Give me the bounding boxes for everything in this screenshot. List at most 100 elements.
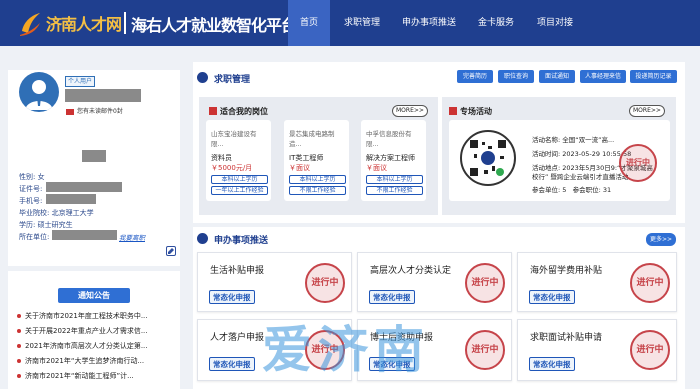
briefcase-icon bbox=[197, 72, 208, 83]
header-divider bbox=[124, 12, 126, 34]
redacted-name bbox=[65, 89, 141, 102]
activity-more-button[interactable]: MORE>> bbox=[629, 105, 665, 117]
leave-job-link[interactable]: 我要离职 bbox=[119, 232, 145, 242]
service-title: 生活补贴申报 bbox=[210, 266, 265, 276]
jobs-more-button[interactable]: MORE>> bbox=[392, 105, 428, 117]
service-card[interactable]: 生活补贴申报 常态化申报 进行中 bbox=[197, 252, 352, 312]
apply-button[interactable]: 常态化申报 bbox=[209, 290, 255, 304]
nav-gold-card[interactable]: 金卡服务 bbox=[468, 0, 524, 46]
notice-item[interactable]: 2021年济南市高层次人才分类认定第... bbox=[17, 341, 177, 351]
apply-button[interactable]: 常态化申报 bbox=[209, 357, 255, 371]
redacted-id bbox=[46, 182, 122, 192]
job-card[interactable]: 中孚信息股份有限... 解决方案工程师 ￥面议 本科以上学历 不限工作经验 bbox=[361, 120, 426, 201]
edit-icon[interactable] bbox=[166, 246, 176, 256]
logo-icon bbox=[20, 13, 40, 36]
requirement-tag: 不限工作经验 bbox=[366, 186, 423, 195]
activity-place-cont: 校行” 暨跨企业云端引才直播活动 bbox=[532, 173, 629, 181]
ongoing-seal: 进行中 bbox=[465, 263, 505, 303]
mail-icon bbox=[66, 108, 74, 115]
salary: ￥面议 bbox=[366, 164, 387, 172]
service-title: 海外留学费用补贴 bbox=[530, 266, 603, 276]
apply-button[interactable]: 常态化申报 bbox=[529, 357, 575, 371]
hr-letters-button[interactable]: 人事经理来信 bbox=[580, 70, 626, 83]
service-card[interactable]: 高层次人才分类认定 常态化申报 进行中 bbox=[357, 252, 512, 312]
activity-title: 专场活动 bbox=[460, 107, 492, 116]
nav-service-push[interactable]: 申办事项推送 bbox=[393, 0, 465, 46]
position-name: 资料员 bbox=[211, 154, 232, 162]
notice-item[interactable]: 济南市2021年“新动能工程师”计... bbox=[17, 371, 177, 381]
service-title: 求职面试补贴申请 bbox=[530, 333, 603, 343]
units-label: 参会单位: bbox=[532, 186, 561, 194]
redacted-phone bbox=[46, 194, 96, 204]
job-management-title: 求职管理 bbox=[214, 75, 251, 85]
service-title: 高层次人才分类认定 bbox=[370, 266, 452, 276]
phone-label: 手机号: bbox=[19, 197, 43, 205]
company-name: 中孚信息股份有限... bbox=[366, 130, 412, 148]
user-type-tag: 个人用户 bbox=[65, 76, 96, 87]
requirement-tag: 一年以上工作经验 bbox=[211, 186, 268, 195]
unread-text: 您有未读邮件0封 bbox=[77, 108, 123, 115]
requirement-tag: 本科以上学历 bbox=[366, 175, 423, 184]
gender-field: 性别: 女 bbox=[19, 173, 45, 181]
complete-resume-button[interactable]: 完善简历 bbox=[457, 70, 493, 83]
platform-name: 海右人才就业数智化平台 bbox=[131, 16, 297, 35]
grid-icon bbox=[449, 107, 457, 115]
suitable-jobs-title: 适合我的岗位 bbox=[220, 107, 268, 116]
job-card[interactable]: 景芯集成电路制造... IT类工程师 ￥面议 本科以上学历 不限工作经验 bbox=[284, 120, 349, 201]
unread-mail[interactable]: 您有未读邮件0封 bbox=[66, 106, 123, 115]
notice-panel: 通知公告 关于济南市2021年度工程技术职务中... 关于开展2022年重点产业… bbox=[8, 271, 180, 389]
position-name: 解决方案工程师 bbox=[366, 154, 415, 162]
watermark: 爱济南 bbox=[262, 321, 430, 379]
service-title: 人才落户申报 bbox=[210, 333, 265, 343]
interview-notice-button[interactable]: 面试通知 bbox=[539, 70, 575, 83]
job-search-button[interactable]: 职位查询 bbox=[498, 70, 534, 83]
brand-name: 济南人才网 bbox=[46, 15, 122, 34]
services-more-button[interactable]: 更多>> bbox=[646, 233, 676, 246]
ongoing-seal: 进行中 bbox=[619, 144, 657, 182]
school-field: 毕业院校: 北京理工大学 bbox=[19, 209, 94, 217]
nav-project[interactable]: 项目对接 bbox=[527, 0, 583, 46]
ongoing-seal: 进行中 bbox=[630, 330, 670, 370]
redacted-unit bbox=[52, 230, 117, 240]
service-icon bbox=[197, 233, 208, 244]
ongoing-seal: 进行中 bbox=[630, 263, 670, 303]
activity-card[interactable]: 活动名称: 全国“双一流”高... 活动时间: 2023-05-29 10:55… bbox=[449, 120, 670, 201]
apply-button[interactable]: 常态化申报 bbox=[529, 290, 575, 304]
requirement-tag: 不限工作经验 bbox=[289, 186, 346, 195]
qr-code-icon bbox=[460, 130, 516, 186]
profile-panel: 个人用户 您有未读邮件0封 性别: 女 证件号: 手机号: 毕业院校: 北京理工… bbox=[8, 70, 180, 266]
units-count: 5 bbox=[562, 186, 567, 194]
requirement-tag: 本科以上学历 bbox=[289, 175, 346, 184]
service-card[interactable]: 求职面试补贴申请 常态化申报 进行中 bbox=[517, 319, 677, 381]
positions-count: 31 bbox=[602, 186, 612, 194]
ongoing-seal: 进行中 bbox=[465, 330, 505, 370]
activity-units: 参会单位: 5 参会职位: 31 bbox=[532, 184, 611, 194]
activity-time: 活动时间: 2023-05-29 10:55:58 bbox=[532, 150, 632, 158]
user-icon bbox=[25, 80, 53, 110]
position-name: IT类工程师 bbox=[289, 154, 324, 162]
salary: ￥5000元/月 bbox=[211, 164, 253, 172]
notice-item[interactable]: 济南市2021年“大学生追梦济南行动... bbox=[17, 356, 177, 366]
nav-job-management[interactable]: 求职管理 bbox=[334, 0, 390, 46]
salary: ￥面议 bbox=[289, 164, 310, 172]
notice-item[interactable]: 关于开展2022年重点产业人才需求信... bbox=[17, 326, 177, 336]
notice-item[interactable]: 关于济南市2021年度工程技术职务中... bbox=[17, 311, 177, 321]
id-label: 证件号: bbox=[19, 185, 43, 193]
resume-records-button[interactable]: 投递简历记录 bbox=[630, 70, 677, 83]
positions-label: 参会职位: bbox=[572, 186, 601, 194]
service-card[interactable]: 海外留学费用补贴 常态化申报 进行中 bbox=[517, 252, 677, 312]
requirement-tag: 本科以上学历 bbox=[211, 175, 268, 184]
company-name: 景芯集成电路制造... bbox=[289, 130, 335, 148]
nav-home[interactable]: 首页 bbox=[288, 0, 330, 46]
apply-button[interactable]: 常态化申报 bbox=[369, 290, 415, 304]
top-nav: 济南人才网 海右人才就业数智化平台 首页 求职管理 申办事项推送 金卡服务 项目… bbox=[0, 0, 700, 46]
job-card[interactable]: 山东宝冶建设有限... 资料员 ￥5000元/月 本科以上学历 一年以上工作经验 bbox=[206, 120, 271, 201]
degree-field: 学历: 硕士研究生 bbox=[19, 221, 73, 229]
company-name: 山东宝冶建设有限... bbox=[211, 130, 257, 148]
ongoing-seal: 进行中 bbox=[305, 263, 345, 303]
grid-icon bbox=[209, 107, 217, 115]
unit-label: 所在单位: bbox=[19, 233, 50, 241]
service-push-title: 申办事项推送 bbox=[214, 236, 269, 246]
redacted-field bbox=[82, 150, 106, 162]
notice-title: 通知公告 bbox=[58, 288, 130, 303]
